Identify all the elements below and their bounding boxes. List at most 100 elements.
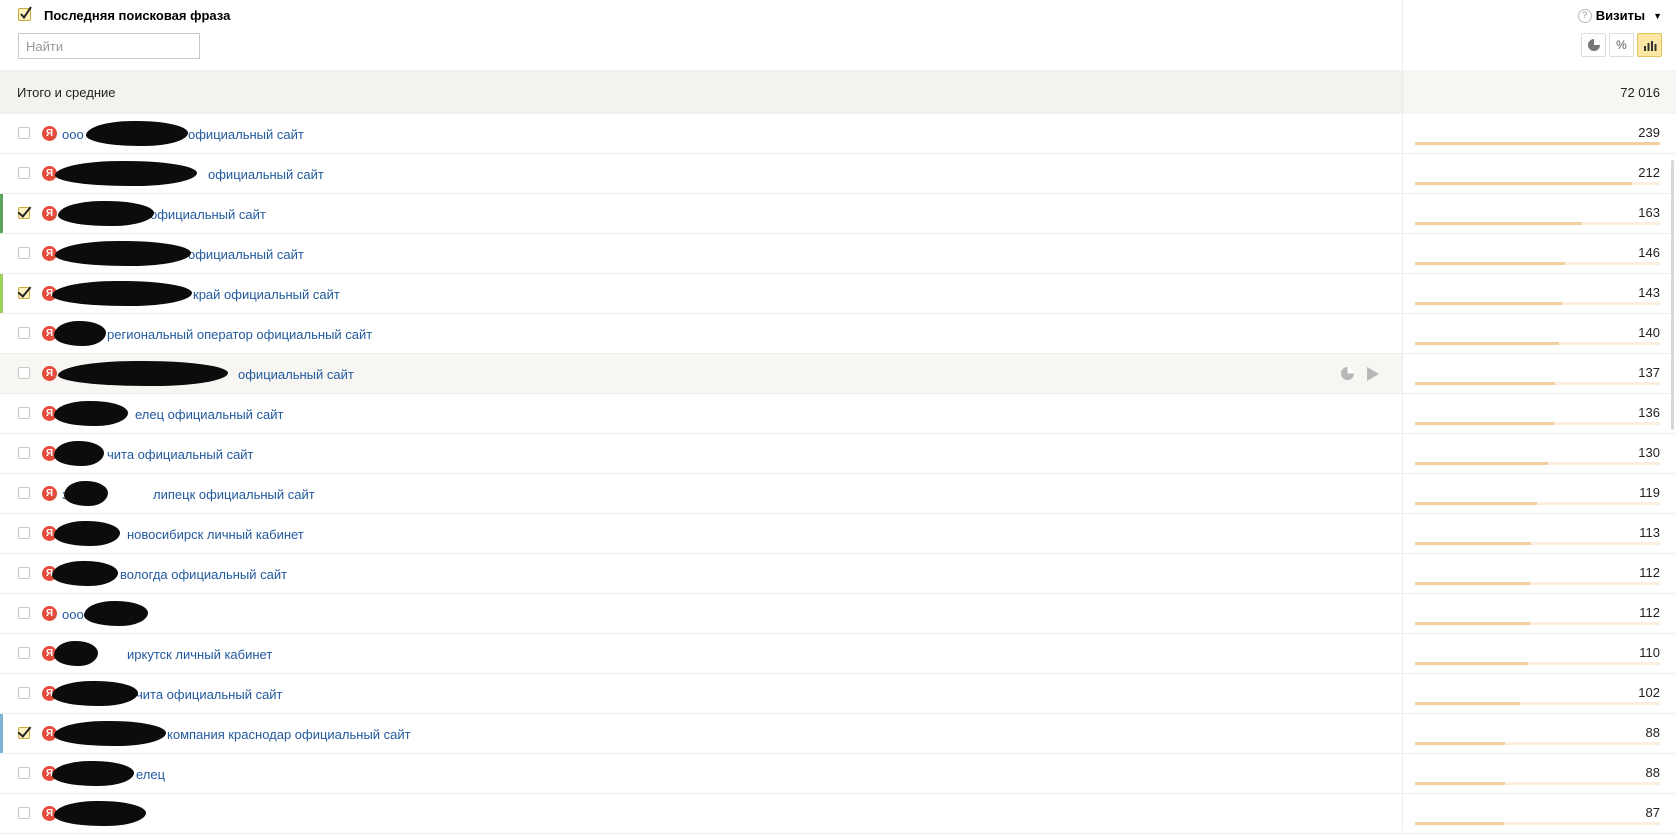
row-checkbox[interactable] [18, 807, 30, 819]
row-color-mark [0, 714, 3, 753]
search-phrase-link[interactable]: елец [136, 767, 165, 782]
table-row[interactable]: Ячита официальный сайт 102 [0, 674, 1676, 714]
table-row[interactable]: Язлипецк официальный сайт 119 [0, 474, 1676, 514]
search-phrase-link[interactable]: официальный сайт [150, 207, 266, 222]
row-checkbox[interactable] [18, 647, 30, 659]
row-checkbox[interactable] [18, 687, 30, 699]
table-row[interactable]: Яновосибирск личный кабинет 113 [0, 514, 1676, 554]
share-bar [1415, 302, 1562, 305]
table-row[interactable]: Яелец 88 [0, 754, 1676, 794]
row-actions [1340, 366, 1379, 381]
row-checkbox[interactable] [18, 727, 30, 739]
report-table: Последняя поисковая фраза ? Визиты ▼ % [0, 0, 1676, 834]
row-label-cell: Яофициальный сайт [0, 354, 1402, 393]
table-row[interactable]: Ярегиональный оператор официальный сайт 1… [0, 314, 1676, 354]
row-checkbox[interactable] [18, 527, 30, 539]
row-checkbox[interactable] [18, 327, 30, 339]
search-phrase-link[interactable]: официальный сайт [208, 167, 324, 182]
row-checkbox[interactable] [18, 127, 30, 139]
table-row[interactable]: Ячита официальный сайт 130 [0, 434, 1676, 474]
search-phrase-link[interactable]: вологда официальный сайт [120, 567, 287, 582]
table-row[interactable]: Яелец официальный сайт 136 [0, 394, 1676, 434]
metric-selector[interactable]: ? Визиты ▼ [1577, 8, 1662, 23]
yandex-icon: Я [42, 206, 57, 221]
pie-view-button[interactable] [1581, 33, 1606, 57]
table-row[interactable]: Яиркутск личный кабинет 110 [0, 634, 1676, 674]
phrase-prefix[interactable]: ооо [62, 607, 84, 622]
search-phrase-link[interactable]: официальный сайт [238, 367, 354, 382]
percent-view-button[interactable]: % [1609, 33, 1634, 57]
help-icon[interactable]: ? [1577, 8, 1592, 23]
row-checkbox[interactable] [18, 367, 30, 379]
table-row[interactable]: Якрай официальный сайт 143 [0, 274, 1676, 314]
row-checkbox[interactable] [18, 567, 30, 579]
share-bar-track [1415, 262, 1660, 265]
search-phrase-link[interactable]: елец официальный сайт [135, 407, 284, 422]
row-label-cell: Яелец [0, 754, 1402, 793]
share-bar [1415, 422, 1555, 425]
table-row[interactable]: Яооо 112 [0, 594, 1676, 634]
search-phrase-link[interactable]: новосибирск личный кабинет [127, 527, 304, 542]
visits-value: 136 [1638, 405, 1660, 420]
totals-row: Итого и средние 72 016 [0, 70, 1676, 114]
row-checkbox[interactable] [18, 607, 30, 619]
row-metric-cell: 212 [1403, 154, 1676, 193]
table-row[interactable]: Явологда официальный сайт 112 [0, 554, 1676, 594]
row-label-cell: Ярегиональный оператор официальный сайт [0, 314, 1402, 353]
row-checkbox[interactable] [18, 287, 30, 299]
row-checkbox[interactable] [18, 487, 30, 499]
share-bar-track [1415, 702, 1660, 705]
search-phrase-link[interactable]: липецк официальный сайт [153, 487, 315, 502]
row-metric-cell: 119 [1403, 474, 1676, 513]
table-row[interactable]: Якомпания краснодар официальный сайт 88 [0, 714, 1676, 754]
visits-value: 112 [1639, 605, 1660, 620]
table-row[interactable]: Яофициальный сайт 212 [0, 154, 1676, 194]
share-bar-track [1415, 462, 1660, 465]
dropdown-caret-icon: ▼ [1653, 10, 1662, 21]
visits-value: 102 [1638, 685, 1660, 700]
row-label-cell: Ячита официальный сайт [0, 434, 1402, 473]
scrollbar[interactable] [1671, 160, 1674, 430]
search-phrase-link[interactable]: иркутск личный кабинет [127, 647, 272, 662]
search-phrase-link[interactable]: компания краснодар официальный сайт [167, 727, 411, 742]
row-checkbox[interactable] [18, 247, 30, 259]
row-checkbox[interactable] [18, 407, 30, 419]
redaction-mark [52, 561, 118, 586]
table-row[interactable]: Яофициальный сайт 146 [0, 234, 1676, 274]
table-row[interactable]: Яофициальный сайт 163 [0, 194, 1676, 234]
share-bar [1415, 822, 1505, 825]
share-bar [1415, 702, 1520, 705]
share-bar-track [1415, 382, 1660, 385]
visits-value: 112 [1639, 565, 1660, 580]
search-phrase-link[interactable]: чита официальный сайт [107, 447, 254, 462]
row-metric-cell: 110 [1403, 634, 1676, 673]
play-icon[interactable] [1367, 366, 1379, 381]
search-phrase-link[interactable]: край официальный сайт [193, 287, 340, 302]
share-bar-track [1415, 622, 1660, 625]
table-row[interactable]: Яооо официальный сайт 239 [0, 114, 1676, 154]
search-input[interactable] [18, 33, 200, 59]
table-row[interactable]: Я 87 [0, 794, 1676, 834]
pie-chart-icon[interactable] [1340, 366, 1355, 381]
visits-value: 88 [1645, 765, 1660, 780]
row-checkbox[interactable] [18, 767, 30, 779]
redaction-mark [52, 281, 192, 306]
row-checkbox[interactable] [18, 207, 30, 219]
row-label-cell: Язлипецк официальный сайт [0, 474, 1402, 513]
redaction-mark [86, 121, 188, 146]
share-bar-track [1415, 542, 1660, 545]
share-bar [1415, 142, 1660, 145]
checkmark-icon[interactable] [18, 6, 33, 21]
row-checkbox[interactable] [18, 167, 30, 179]
search-phrase-link[interactable]: официальный сайт [188, 127, 304, 142]
search-phrase-link[interactable]: чита официальный сайт [136, 687, 283, 702]
search-phrase-link[interactable]: региональный оператор официальный сайт [107, 327, 372, 342]
bars-view-button[interactable] [1637, 33, 1662, 57]
share-bar [1415, 742, 1506, 745]
search-phrase-link[interactable]: официальный сайт [188, 247, 304, 262]
row-label-cell: Якомпания краснодар официальный сайт [0, 714, 1402, 753]
table-row[interactable]: Яофициальный сайт 137 [0, 354, 1676, 394]
share-bar-track [1415, 302, 1660, 305]
phrase-prefix[interactable]: ооо [62, 127, 84, 142]
row-checkbox[interactable] [18, 447, 30, 459]
